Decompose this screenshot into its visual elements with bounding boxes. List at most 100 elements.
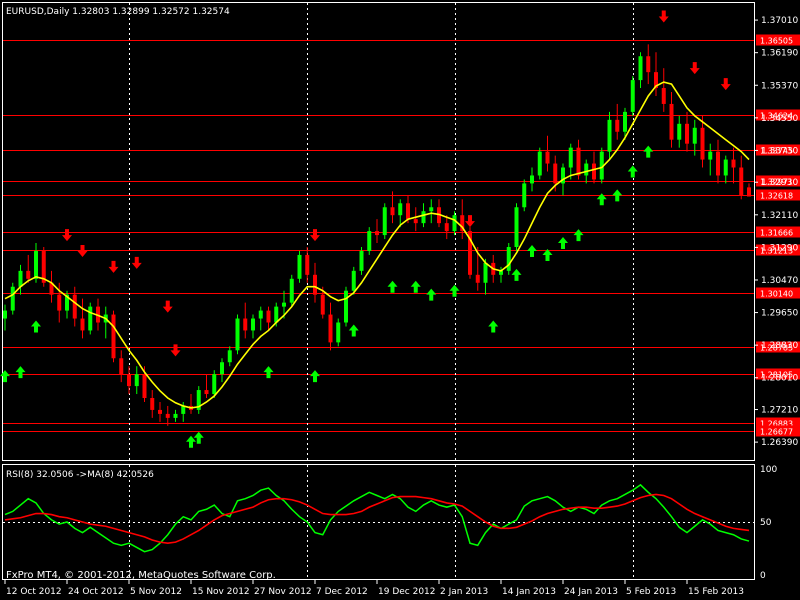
bear-candle [305,254,310,275]
bull-candle [212,374,217,395]
rsi-tick-label: 0 [760,571,766,581]
level-price-label: 1.32618 [760,192,793,201]
bear-candle [716,151,720,176]
bear-candle [150,398,155,410]
bull-candle [351,270,356,291]
chart-background [0,0,800,600]
bear-candle [72,294,77,319]
level-price-label: 1.36505 [760,37,793,46]
bull-candle [289,278,294,303]
bear-candle [553,163,558,184]
date-tick-label: 5 Feb 2013 [626,587,676,597]
price-tick-label: 1.28830 [761,341,798,351]
rsi-tick-label: 100 [760,465,777,475]
bull-candle [692,127,697,144]
bull-candle [630,80,635,112]
bull-candle [227,350,232,363]
bear-candle [266,310,271,323]
price-tick-label: 1.30470 [761,276,798,286]
bear-candle [142,374,147,399]
bull-candle [483,262,488,283]
bull-candle [88,306,93,331]
bull-candle [10,286,15,311]
bear-candle [661,88,666,104]
date-tick-label: 19 Dec 2012 [378,587,436,597]
price-tick-label: 1.37010 [761,16,798,26]
bull-candle [235,318,240,351]
bear-candle [165,413,170,418]
bull-candle [421,211,426,224]
bull-candle [677,123,682,140]
bull-candle [297,254,302,279]
bear-candle [320,294,325,315]
bull-candle [220,362,224,375]
bear-candle [731,159,736,168]
price-tick-label: 1.35370 [761,81,798,91]
bear-candle [158,409,162,414]
bear-candle [406,203,410,220]
bear-candle [313,274,317,295]
price-tick-label: 1.33730 [761,146,798,156]
date-tick-label: 7 Dec 2012 [316,587,368,597]
bear-candle [204,390,209,395]
bull-candle [344,290,348,323]
bear-candle [685,123,689,144]
bull-candle [173,413,178,418]
bear-candle [475,274,480,283]
bear-candle [111,314,116,359]
price-tick-label: 1.34550 [761,114,798,124]
bull-candle [382,207,387,236]
bull-candle [359,250,364,271]
bear-candle [545,151,550,164]
level-price-label: 1.26677 [760,428,793,437]
bear-candle [615,119,620,132]
date-tick-label: 12 Oct 2012 [6,587,62,597]
bull-candle [3,310,7,319]
trading-chart: 1.365051.346241.337451.329711.326181.316… [0,0,800,600]
price-tick-label: 1.28010 [761,374,798,384]
bear-candle [390,207,395,216]
bear-candle [375,231,379,236]
bull-candle [181,405,186,414]
bull-candle [607,119,612,152]
bear-candle [592,163,596,180]
bear-candle [57,294,62,311]
bull-candle [398,203,403,216]
price-tick-label: 1.32110 [761,211,798,221]
bull-candle [258,310,263,319]
bull-candle [723,159,728,176]
bull-candle [336,322,341,343]
bear-candle [747,187,751,197]
bull-candle [282,302,286,307]
rsi-header: RSI(8) 32.0506 ->MA(8) 42.0526 [6,470,154,480]
bear-candle [576,147,581,176]
date-tick-label: 15 Nov 2012 [192,587,250,597]
date-tick-label: 27 Nov 2012 [254,587,312,597]
bear-candle [328,314,333,343]
price-tick-label: 1.31290 [761,243,798,253]
bear-candle [413,219,418,224]
bull-candle [623,111,627,132]
bull-candle [34,250,38,279]
bull-candle [537,151,542,176]
date-tick-label: 24 Oct 2012 [68,587,124,597]
bear-candle [80,318,85,331]
bear-candle [26,270,31,279]
price-tick-label: 1.32930 [761,178,798,188]
bear-candle [243,318,248,331]
bear-candle [669,103,674,140]
bull-candle [274,306,279,323]
price-tick-label: 1.26390 [761,438,798,448]
date-tick-label: 2 Jan 2013 [440,587,488,597]
bull-candle [506,246,511,271]
bull-candle [367,231,372,251]
symbol-header: EURUSD,Daily 1.32803 1.32899 1.32572 1.3… [6,7,230,17]
bear-candle [739,167,744,196]
bull-candle [530,175,534,184]
bear-candle [444,223,449,232]
bull-candle [452,215,457,232]
bear-candle [646,56,651,73]
level-price-label: 1.30140 [760,290,793,299]
date-tick-label: 24 Jan 2013 [564,587,618,597]
bull-candle [18,270,23,287]
